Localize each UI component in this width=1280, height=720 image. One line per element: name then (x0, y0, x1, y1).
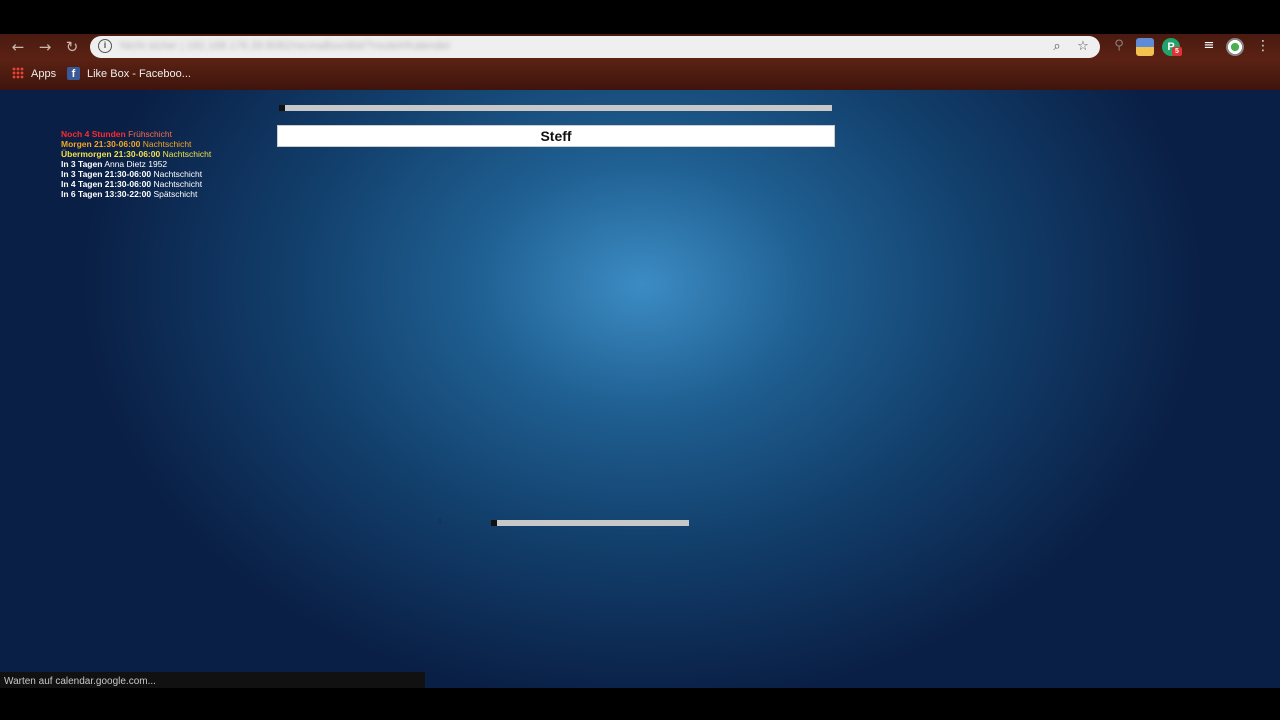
bottom-progress-bar (491, 520, 689, 526)
list-item: In 3 Tagen 21:30-06:00 Nachtschicht (61, 169, 211, 179)
top-progress-fill (279, 105, 285, 111)
shift-detail: Nachtschicht (162, 149, 212, 159)
person-name-panel: Steff (277, 125, 835, 147)
media-queue-icon[interactable]: ≡ (1200, 38, 1218, 56)
top-progress-bar (279, 105, 832, 111)
address-bar[interactable]: i Nicht sicher | 192.168.178.39:8082/rec… (90, 36, 1100, 58)
forward-button-icon[interactable]: → (35, 38, 55, 56)
shift-when: Übermorgen 21:30-06:00 (61, 149, 161, 159)
shift-detail: Nachtschicht (153, 169, 203, 179)
list-item: Morgen 21:30-06:00 Nachtschicht (61, 139, 211, 149)
shift-detail: Spätschicht (153, 189, 198, 199)
profile-avatar[interactable] (1226, 38, 1244, 56)
list-item: Noch 4 Stunden Frühschicht (61, 129, 211, 139)
back-button-icon[interactable]: ← (8, 38, 28, 56)
shift-detail: Frühschicht (128, 129, 173, 139)
window-titlebar (0, 0, 1280, 34)
shift-when: Noch 4 Stunden (61, 129, 126, 139)
bottom-letterbox (0, 688, 1280, 720)
shift-detail: Anna Dietz 1952 (104, 159, 168, 169)
upcoming-shifts-list: Noch 4 Stunden Frühschicht Morgen 21:30-… (61, 129, 211, 199)
page-viewport: Noch 4 Stunden Frühschicht Morgen 21:30-… (0, 90, 1280, 688)
bookmark-apps[interactable]: Apps (31, 68, 56, 80)
bookmark-like-box[interactable]: Like Box - Faceboo... (87, 68, 191, 80)
menu-kebab-icon[interactable]: ⋮ (1254, 38, 1272, 56)
list-item: Übermorgen 21:30-06:00 Nachtschicht (61, 149, 211, 159)
shift-when: In 3 Tagen 21:30-06:00 (61, 169, 152, 179)
location-pin-icon[interactable]: ⚲ (1110, 38, 1128, 56)
address-url: Nicht sicher | 192.168.178.39:8082/recma… (120, 40, 451, 52)
list-item: In 3 Tagen Anna Dietz 1952 (61, 159, 211, 169)
extension-p-icon[interactable]: P 5 (1162, 38, 1182, 56)
list-item: In 4 Tagen 21:30-06:00 Nachtschicht (61, 179, 211, 189)
bookmark-star-icon[interactable]: ☆ (1074, 38, 1092, 56)
apps-grid-icon[interactable] (12, 67, 24, 79)
reload-button-icon[interactable]: ↻ (62, 38, 82, 56)
small-marker: 1 (438, 518, 442, 525)
site-info-icon[interactable]: i (98, 39, 112, 53)
zoom-icon[interactable]: ⌕ (1048, 38, 1066, 56)
bottom-progress-fill (491, 520, 497, 526)
shift-when: Morgen 21:30-06:00 (61, 139, 141, 149)
facebook-icon: f (67, 67, 80, 80)
list-item: In 6 Tagen 13:30-22:00 Spätschicht (61, 189, 211, 199)
shift-when: In 4 Tagen 21:30-06:00 (61, 179, 152, 189)
extension-badge: 5 (1172, 47, 1182, 56)
bookmarks-bar (0, 64, 1280, 86)
shift-detail: Nachtschicht (153, 179, 203, 189)
shift-when: In 6 Tagen 13:30-22:00 (61, 189, 152, 199)
shift-detail: Nachtschicht (142, 139, 192, 149)
shift-when: In 3 Tagen (61, 159, 103, 169)
extension-folder-icon[interactable] (1136, 38, 1154, 56)
